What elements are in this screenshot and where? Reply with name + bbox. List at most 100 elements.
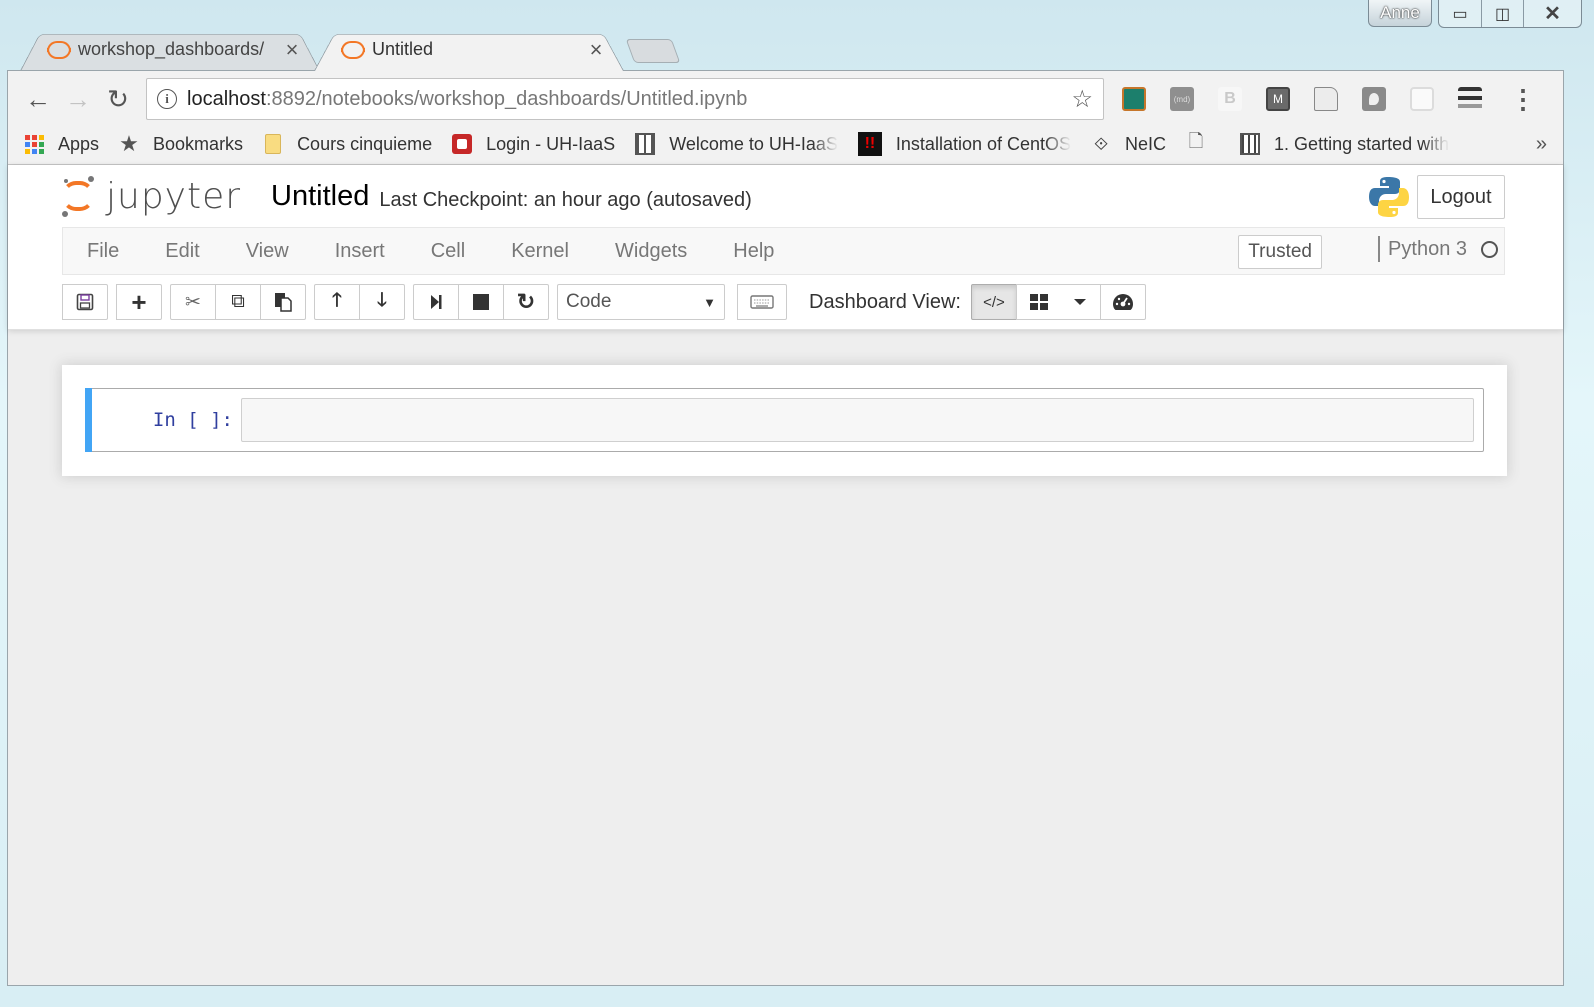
bookmark-label: 1. Getting started with [1274, 133, 1450, 154]
copy-icon: ⧉ [231, 291, 245, 312]
forward-button[interactable]: → [58, 79, 98, 119]
chalkboard-extension-icon[interactable] [1122, 87, 1146, 111]
grid-layout-button[interactable] [1015, 284, 1062, 320]
menu-edit[interactable]: Edit [142, 240, 222, 263]
save-button[interactable] [62, 284, 108, 320]
restart-kernel-button[interactable]: ↻ [503, 284, 549, 320]
star-icon: ★ [119, 131, 139, 156]
copy-button[interactable]: ⧉ [215, 284, 261, 320]
alert-icon: !! [857, 132, 882, 156]
bookmark-star-icon[interactable]: ☆ [1071, 85, 1093, 114]
caret-down-icon [1074, 299, 1087, 305]
menu-view[interactable]: View [223, 240, 312, 263]
jupyter-page: jupyter Untitled Last Checkpoint: an hou… [8, 164, 1563, 985]
trusted-indicator[interactable]: Trusted [1238, 235, 1322, 269]
bookmark-getting-started[interactable]: 1. Getting started with [1240, 133, 1450, 155]
bookmarks-overflow-icon[interactable]: » [1536, 133, 1547, 156]
bookmarks-bar: Apps ★ Bookmarks Cours cinquieme Login -… [8, 127, 1563, 161]
book-icon [1240, 133, 1261, 155]
jupyter-logo[interactable]: jupyter [60, 175, 241, 217]
run-cell-button[interactable] [413, 284, 459, 320]
insert-cell-button[interactable]: + [116, 284, 162, 320]
close-tab-icon[interactable]: × [282, 37, 302, 63]
browser-window: ← → ↻ i localhost:8892/notebooks/worksho… [7, 70, 1564, 986]
address-bar[interactable]: i localhost:8892/notebooks/workshop_dash… [146, 78, 1104, 120]
code-input[interactable] [241, 398, 1474, 442]
drop-extension-icon[interactable] [1362, 87, 1386, 111]
bars-extension-icon[interactable] [1458, 87, 1482, 111]
bookmark-label: Installation of CentOS [895, 133, 1072, 154]
bookmark-bookmarks[interactable]: ★ Bookmarks [119, 131, 243, 156]
tab-workshop-dashboards[interactable]: workshop_dashboards/ × [20, 28, 320, 71]
python-logo-icon [1369, 177, 1409, 217]
jupyter-logo-text: jupyter [106, 175, 242, 217]
document-extension-icon[interactable] [1314, 87, 1338, 111]
red-app-icon [452, 134, 473, 154]
stop-icon [473, 294, 489, 310]
cell-type-select[interactable]: Code ▼ [557, 284, 725, 320]
close-tab-icon[interactable]: × [586, 37, 606, 63]
tab-untitled[interactable]: Untitled × [314, 28, 624, 71]
bookmark-apps[interactable]: Apps [24, 134, 99, 155]
profile-button[interactable]: Anne [1368, 0, 1432, 27]
dashboard-preview-button[interactable] [1099, 284, 1146, 320]
bookmark-welcome-uh-iaas[interactable]: Welcome to UH-IaaS [635, 133, 838, 155]
scissors-icon: ✂ [185, 291, 201, 313]
tab-title: Untitled [372, 39, 434, 59]
menu-cell[interactable]: Cell [408, 240, 488, 263]
notebook-container: In [ ]: [62, 365, 1507, 476]
close-window-button[interactable]: ✕ [1523, 0, 1581, 27]
checkpoint-status: Last Checkpoint: an hour ago (autosaved) [379, 188, 752, 211]
layout-dropdown-button[interactable] [1060, 284, 1101, 320]
reload-button[interactable]: ↻ [98, 79, 138, 119]
cut-button[interactable]: ✂ [170, 284, 216, 320]
new-tab-button[interactable] [625, 39, 681, 63]
back-button[interactable]: ← [18, 79, 58, 119]
shield-extension-icon[interactable]: M [1266, 87, 1290, 111]
bookmark-cours-cinquieme[interactable]: Cours cinquieme [263, 134, 432, 155]
bookmark-label: NeIC [1125, 133, 1167, 154]
menu-file[interactable]: File [63, 240, 142, 263]
bookmark-installation-centos[interactable]: !! Installation of CentOS [857, 132, 1072, 156]
logout-button[interactable]: Logout [1417, 175, 1505, 219]
kernel-indicator[interactable]: Python 3 [1378, 236, 1498, 262]
move-down-button[interactable]: 🡓 [359, 284, 405, 320]
menu-widgets[interactable]: Widgets [592, 240, 710, 263]
maximize-button[interactable]: ◫ [1481, 0, 1523, 27]
bookmark-login-uh-iaas[interactable]: Login - UH-IaaS [452, 134, 615, 155]
minimize-button[interactable]: ▭ [1439, 0, 1481, 27]
kernel-idle-icon [1481, 240, 1498, 258]
dashboard-view-label: Dashboard View: [809, 290, 961, 313]
notebook-menubar: File Edit View Insert Cell Kernel Widget… [62, 227, 1505, 275]
bookmark-label: Apps [58, 133, 100, 154]
bookmark-page[interactable]: 🗋 [1186, 131, 1220, 154]
notebook-title[interactable]: Untitled [271, 180, 369, 213]
bookmark-label: Welcome to UH-IaaS [669, 133, 838, 154]
move-up-button[interactable]: 🡑 [314, 284, 360, 320]
menu-help[interactable]: Help [710, 240, 797, 263]
menu-kernel[interactable]: Kernel [488, 240, 592, 263]
neic-icon: ⟐ [1093, 133, 1109, 154]
bookmark-neic[interactable]: ⟐ NeIC [1091, 134, 1166, 155]
command-palette-button[interactable] [737, 284, 787, 320]
markdown-extension-icon[interactable]: (md) [1170, 87, 1194, 111]
jupyter-logo-icon [60, 175, 96, 217]
step-forward-icon [431, 295, 442, 309]
jupyter-header: jupyter Untitled Last Checkpoint: an hou… [8, 165, 1563, 330]
paste-button[interactable] [260, 284, 306, 320]
info-icon[interactable]: i [157, 89, 177, 109]
browser-menu-icon[interactable]: ⋮ [1510, 86, 1536, 112]
window-buttons: ▭ ◫ ✕ [1438, 0, 1582, 28]
code-cell[interactable]: In [ ]: [85, 388, 1484, 452]
bookmark-label: Login - UH-IaaS [486, 133, 616, 154]
b-extension-icon[interactable]: B [1218, 87, 1242, 111]
plus-icon: + [131, 286, 147, 317]
notebook-view-button[interactable]: </> [970, 284, 1017, 320]
browser-toolbar: ← → ↻ i localhost:8892/notebooks/worksho… [8, 71, 1563, 127]
chat-extension-icon[interactable] [1410, 87, 1434, 111]
jupyter-icon [340, 39, 365, 61]
save-icon [76, 293, 94, 311]
interrupt-kernel-button[interactable] [458, 284, 504, 320]
menu-insert[interactable]: Insert [312, 240, 408, 263]
kernel-name: Python 3 [1388, 237, 1467, 260]
